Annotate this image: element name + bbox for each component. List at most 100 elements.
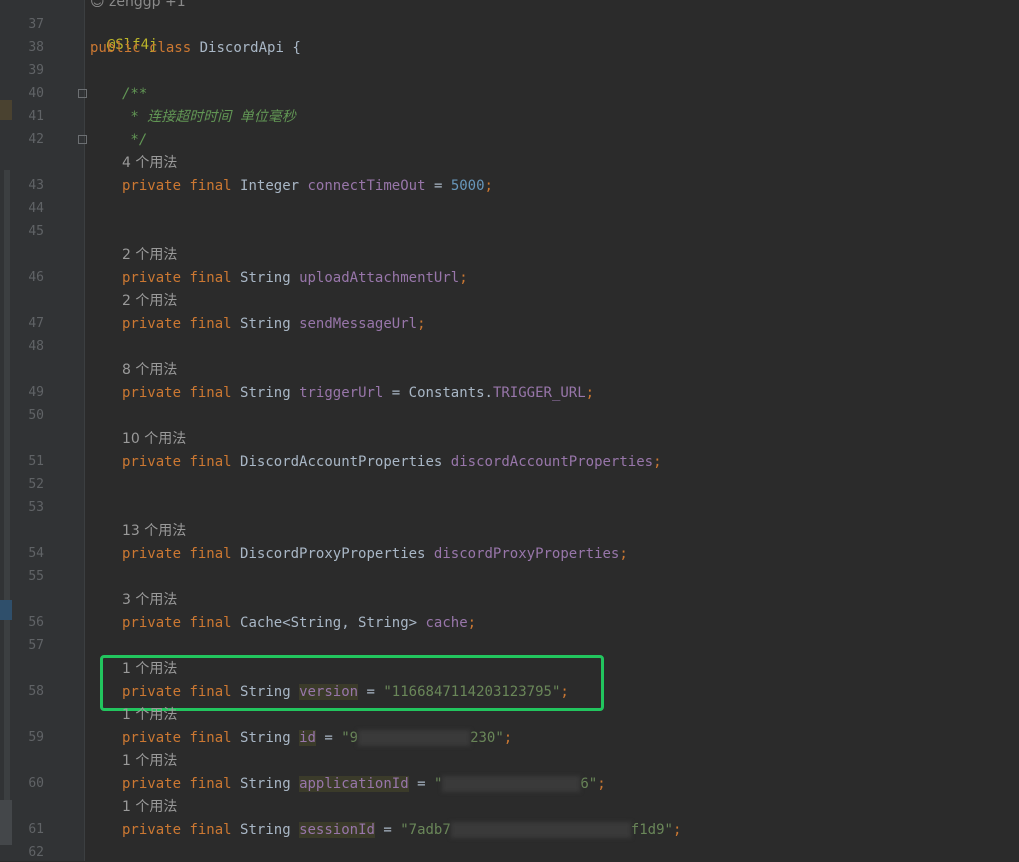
- field-name: sessionId: [299, 822, 375, 838]
- operator: =: [408, 776, 434, 792]
- semicolon: ;: [597, 776, 606, 792]
- line-number: 61: [28, 822, 44, 837]
- code-line-field[interactable]: private final String triggerUrl = Consta…: [90, 383, 594, 403]
- field-type: String: [240, 822, 291, 838]
- usage-hint[interactable]: 1 个用法: [122, 705, 177, 725]
- code-line-field[interactable]: private final String sendMessageUrl;: [90, 314, 426, 334]
- code-line-field[interactable]: private final Cache<String, String> cach…: [90, 613, 476, 633]
- string-literal-end: f1d9": [630, 822, 673, 838]
- fold-toggle-icon[interactable]: [78, 135, 87, 144]
- keyword: private: [122, 178, 182, 194]
- field-name: applicationId: [299, 776, 409, 792]
- usage-hint[interactable]: 1 个用法: [122, 797, 177, 817]
- line-number: 38: [28, 40, 44, 55]
- keyword: class: [149, 40, 192, 56]
- line-number: 59: [28, 730, 44, 745]
- line-number: 45: [28, 224, 44, 239]
- keyword: final: [189, 385, 232, 401]
- field-type: String: [240, 730, 291, 746]
- line-number: 56: [28, 615, 44, 630]
- usage-hint[interactable]: 13 个用法: [122, 521, 186, 541]
- code-line-class-declaration[interactable]: public class DiscordApi {: [90, 38, 301, 58]
- redacted-region: [358, 730, 471, 746]
- change-marker: [0, 100, 12, 120]
- line-number: 55: [28, 569, 44, 584]
- keyword: final: [189, 822, 232, 838]
- operator: =: [374, 822, 401, 838]
- keyword: final: [189, 776, 232, 792]
- selection-marker: [0, 600, 12, 620]
- field-name: cache: [425, 615, 468, 631]
- line-number: 44: [28, 201, 44, 216]
- keyword: private: [122, 270, 182, 286]
- field-name: sendMessageUrl: [299, 316, 418, 332]
- keyword: final: [189, 454, 232, 470]
- field-type: DiscordAccountProperties: [240, 454, 443, 470]
- constant-reference: TRIGGER_URL: [492, 385, 586, 401]
- semicolon: ;: [503, 730, 513, 746]
- scroll-track[interactable]: [4, 170, 10, 800]
- doc-comment-close: */: [122, 132, 148, 148]
- semicolon: ;: [417, 316, 426, 332]
- usage-hint[interactable]: 3 个用法: [122, 590, 177, 610]
- keyword: private: [122, 316, 182, 332]
- line-number: 50: [28, 408, 44, 423]
- code-line-field[interactable]: private final Integer connectTimeOut = 5…: [90, 176, 493, 196]
- code-line-annotation[interactable]: @Slf4j: [90, 15, 158, 53]
- class-name: DiscordApi {: [199, 40, 301, 56]
- field-type: Cache<String, String>: [240, 615, 418, 631]
- scroll-marker: [0, 800, 12, 845]
- author-hint[interactable]: ☺ zenggp +1: [90, 0, 186, 10]
- usage-hint[interactable]: 4 个用法: [122, 153, 177, 173]
- line-number: 48: [28, 339, 44, 354]
- usage-hint[interactable]: 2 个用法: [122, 291, 177, 311]
- field-name: connectTimeOut: [307, 178, 426, 194]
- line-number: 42: [28, 132, 44, 147]
- line-number: 53: [28, 500, 44, 515]
- line-number: 39: [28, 63, 44, 78]
- keyword: private: [122, 385, 182, 401]
- code-line-field[interactable]: private final DiscordProxyProperties dis…: [90, 544, 628, 564]
- keyword: final: [189, 178, 232, 194]
- field-name: discordProxyProperties: [433, 546, 620, 562]
- redacted-region: [442, 776, 581, 792]
- semicolon: ;: [585, 385, 595, 401]
- usage-hint[interactable]: 8 个用法: [122, 360, 177, 380]
- field-name: triggerUrl: [299, 385, 384, 401]
- keyword: private: [122, 730, 182, 746]
- semicolon: ;: [484, 178, 493, 194]
- string-literal-start: "9: [341, 730, 359, 746]
- line-number: 52: [28, 477, 44, 492]
- usage-hint[interactable]: 10 个用法: [122, 429, 186, 449]
- usage-hint[interactable]: 2 个用法: [122, 245, 177, 265]
- keyword: private: [122, 546, 182, 562]
- line-number: 57: [28, 638, 44, 653]
- field-name: id: [299, 730, 316, 746]
- field-type: Integer: [240, 178, 300, 194]
- code-line-field[interactable]: private final String sessionId = "7adb7 f…: [90, 820, 681, 840]
- keyword: private: [122, 776, 182, 792]
- code-line-field[interactable]: private final String id = "9 230";: [90, 728, 512, 748]
- usage-hint[interactable]: 1 个用法: [122, 751, 177, 771]
- code-line-field[interactable]: private final String applicationId = " 6"…: [90, 774, 606, 794]
- fold-toggle-icon[interactable]: [78, 89, 87, 98]
- line-number: 47: [28, 316, 44, 331]
- left-edge-strip: [0, 0, 14, 861]
- operator: =: [315, 730, 342, 746]
- string-literal-start: ": [433, 776, 443, 792]
- keyword: final: [189, 730, 232, 746]
- line-number: 51: [28, 454, 44, 469]
- keyword: private: [122, 822, 182, 838]
- string-literal-end: 6": [580, 776, 598, 792]
- doc-comment-body: * 连接超时时间 单位毫秒: [122, 109, 296, 125]
- code-line-field[interactable]: private final String uploadAttachmentUrl…: [90, 268, 468, 288]
- line-number: 49: [28, 385, 44, 400]
- code-line-field[interactable]: private final DiscordAccountProperties d…: [90, 452, 662, 472]
- doc-comment-open: /**: [122, 86, 148, 102]
- line-number: 41: [28, 109, 44, 124]
- field-name: discordAccountProperties: [450, 454, 654, 470]
- field-type: String: [240, 316, 291, 332]
- field-name: uploadAttachmentUrl: [299, 270, 460, 286]
- operator: =: [425, 178, 451, 194]
- keyword: final: [189, 615, 232, 631]
